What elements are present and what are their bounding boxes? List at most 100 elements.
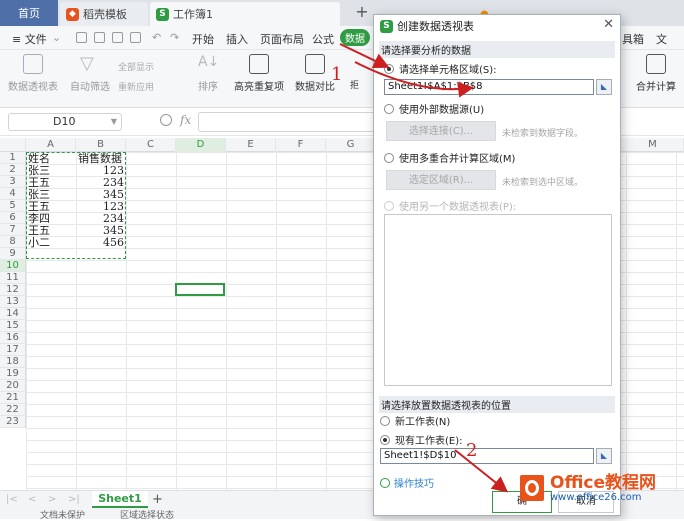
highlight-duplicates-button[interactable]: 高亮重复项 [234,54,284,93]
select-connection-button[interactable]: 选择连接(C)... [386,121,496,141]
row-header[interactable]: 9 [0,248,26,260]
row-header[interactable]: 8 [0,236,26,248]
menu-file[interactable]: ≡ 文件 [12,31,47,47]
collapse-range-icon[interactable]: ◣ [596,448,612,464]
first-sheet-icon[interactable]: |< [6,494,18,505]
row-header[interactable]: 3 [0,176,26,188]
row-header[interactable]: 22 [0,404,26,416]
row-header[interactable]: 19 [0,368,26,380]
radio-other-pivot[interactable]: 使用另一个数据透视表(P): [384,198,516,213]
row-header[interactable]: 16 [0,332,26,344]
destination-range-input[interactable]: Sheet1!$D$10 [380,448,594,464]
formula-input[interactable] [198,112,378,132]
close-icon[interactable]: ✕ [603,17,614,32]
tips-link-label: 操作技巧 [394,479,434,490]
merge-calc-icon [646,54,666,74]
reject-button[interactable]: 拒 [350,78,359,91]
row-header[interactable]: 2 [0,164,26,176]
zoom-icon[interactable] [160,114,172,126]
add-sheet-button[interactable]: + [152,492,163,507]
row-header[interactable]: 5 [0,200,26,212]
row-header[interactable]: 1 [0,152,26,164]
menu-page-layout[interactable]: 页面布局 [260,31,304,47]
fx-icon[interactable]: fx [180,113,191,127]
undo-icon[interactable]: ↶ [152,31,161,44]
chevron-down-icon: ▼ [110,117,117,126]
print-icon[interactable] [112,32,123,43]
tips-link[interactable]: 操作技巧 [380,475,434,490]
row-header[interactable]: 10 [0,260,26,272]
sheet-tab-sheet1[interactable]: Sheet1 [92,491,148,508]
name-box[interactable]: D10 ▼ [8,113,122,131]
merge-calc-label: 合并计算 [636,82,676,93]
column-header[interactable]: E [226,138,276,152]
radio-multiple-consolidation[interactable]: 使用多重合并计算区域(M) [384,150,515,165]
pivot-table-button[interactable]: 数据透视表 [8,54,58,93]
row-header[interactable]: 7 [0,224,26,236]
radio-external-source-label: 使用外部数据源(U) [399,105,485,116]
reapply-button[interactable]: 重新应用 [118,80,154,93]
column-header[interactable]: B [76,138,126,152]
column-header[interactable]: M [622,138,684,152]
row-header[interactable]: 17 [0,344,26,356]
autofilter-button[interactable]: ▽ 自动筛选 [70,54,110,94]
row-header[interactable]: 11 [0,272,26,284]
redo-icon[interactable]: ↷ [170,31,179,44]
new-tab-button[interactable]: + [352,2,372,21]
tab-workbook[interactable]: S 工作簿1 ● [150,2,489,26]
highlight-duplicates-label: 高亮重复项 [234,82,284,93]
preview-icon[interactable] [130,32,141,43]
row-header[interactable]: 20 [0,380,26,392]
menu-data[interactable]: 数据 [340,29,370,46]
source-range-input[interactable]: Sheet1!$A$1:$B$8 [384,79,594,95]
menu-insert[interactable]: 插入 [226,31,248,47]
select-all-corner[interactable] [0,138,26,152]
menu-more[interactable]: 文 [656,31,667,47]
radio-external-source[interactable]: 使用外部数据源(U) [384,101,484,116]
column-header[interactable]: D [176,138,226,152]
collapse-range-icon[interactable]: ◣ [596,79,612,95]
radio-new-worksheet[interactable]: 新工作表(N) [380,413,450,428]
column-header[interactable]: C [126,138,176,152]
row-header[interactable]: 12 [0,284,26,296]
row-header[interactable]: 4 [0,188,26,200]
menu-toolbox[interactable]: 具箱 [622,31,644,47]
highlight-duplicates-icon [249,54,269,74]
radio-unselected-icon [384,200,394,211]
sort-button[interactable]: A↓ 排序 [198,54,219,93]
selected-cell-d10[interactable] [175,283,225,296]
show-all-button[interactable]: 全部显示 [118,60,154,73]
tab-daoke-template[interactable]: ◆ 稻壳模板 [60,2,148,26]
radio-unselected-icon [384,152,394,163]
dialog-title-bar[interactable]: S 创建数据透视表 ✕ [374,15,620,37]
merge-calc-button[interactable]: 合并计算 [636,54,676,93]
select-region-button[interactable]: 选定区域(R)... [386,170,496,190]
no-region-note: 未检索到选中区域。 [502,178,584,188]
chevron-down-icon[interactable]: ⌄ [52,31,61,44]
radio-unselected-icon [384,103,394,114]
row-header[interactable]: 15 [0,320,26,332]
save-icon[interactable] [76,32,87,43]
tab-home[interactable]: 首页 [0,0,58,26]
last-sheet-icon[interactable]: >| [68,494,80,505]
next-sheet-icon[interactable]: > [48,494,56,505]
column-header[interactable]: G [326,138,376,152]
row-header[interactable]: 6 [0,212,26,224]
data-compare-button[interactable]: 数据对比 [295,54,335,93]
row-header[interactable]: 14 [0,308,26,320]
row-header[interactable]: 21 [0,392,26,404]
row-header[interactable]: 18 [0,356,26,368]
pivot-table-list[interactable] [384,214,612,386]
row-header[interactable]: 23 [0,416,26,428]
column-header[interactable]: F [276,138,326,152]
menu-start[interactable]: 开始 [192,31,214,47]
row-header[interactable]: 13 [0,296,26,308]
prev-sheet-icon[interactable]: < [28,494,36,505]
copy-range-marquee [26,152,126,259]
radio-existing-worksheet[interactable]: 现有工作表(E): [380,432,463,447]
menu-formula[interactable]: 公式 [312,31,334,47]
tab-daoke-label: 稻壳模板 [83,8,127,21]
radio-select-range[interactable]: 请选择单元格区域(S): [384,61,497,76]
column-header[interactable]: A [26,138,76,152]
export-icon[interactable] [94,32,105,43]
